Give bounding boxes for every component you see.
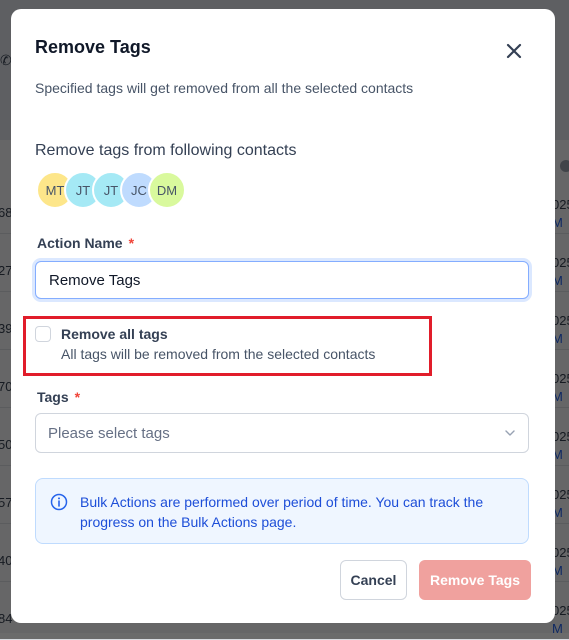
chevron-down-icon xyxy=(505,430,515,436)
remove-all-tags-description: All tags will be removed from the select… xyxy=(61,346,376,362)
tags-label: Tags * xyxy=(37,389,80,405)
tags-placeholder: Please select tags xyxy=(48,425,170,442)
close-icon[interactable] xyxy=(503,40,525,62)
contacts-label: Remove tags from following contacts xyxy=(35,142,297,159)
modal-subtitle: Specified tags will get removed from all… xyxy=(35,80,414,96)
remove-tags-button[interactable]: Remove Tags xyxy=(419,560,531,600)
remove-tags-modal: Remove Tags Specified tags will get remo… xyxy=(11,9,555,623)
remove-all-tags-checkbox[interactable] xyxy=(35,326,51,342)
remove-all-tags-label[interactable]: Remove all tags xyxy=(61,326,168,342)
info-text: Bulk Actions are performed over period o… xyxy=(80,494,484,530)
avatar: DM xyxy=(148,171,186,209)
required-mark: * xyxy=(74,389,81,405)
cancel-button[interactable]: Cancel xyxy=(340,560,407,600)
info-banner: Bulk Actions are performed over period o… xyxy=(35,478,529,544)
action-name-label: Action Name * xyxy=(37,235,134,251)
info-icon xyxy=(50,493,68,511)
modal-title: Remove Tags xyxy=(35,37,151,57)
tags-label-text: Tags xyxy=(37,389,69,405)
action-name-input[interactable] xyxy=(35,261,529,299)
tags-select[interactable]: Please select tags xyxy=(35,413,529,453)
action-name-label-text: Action Name xyxy=(37,235,123,251)
required-mark: * xyxy=(128,235,135,251)
